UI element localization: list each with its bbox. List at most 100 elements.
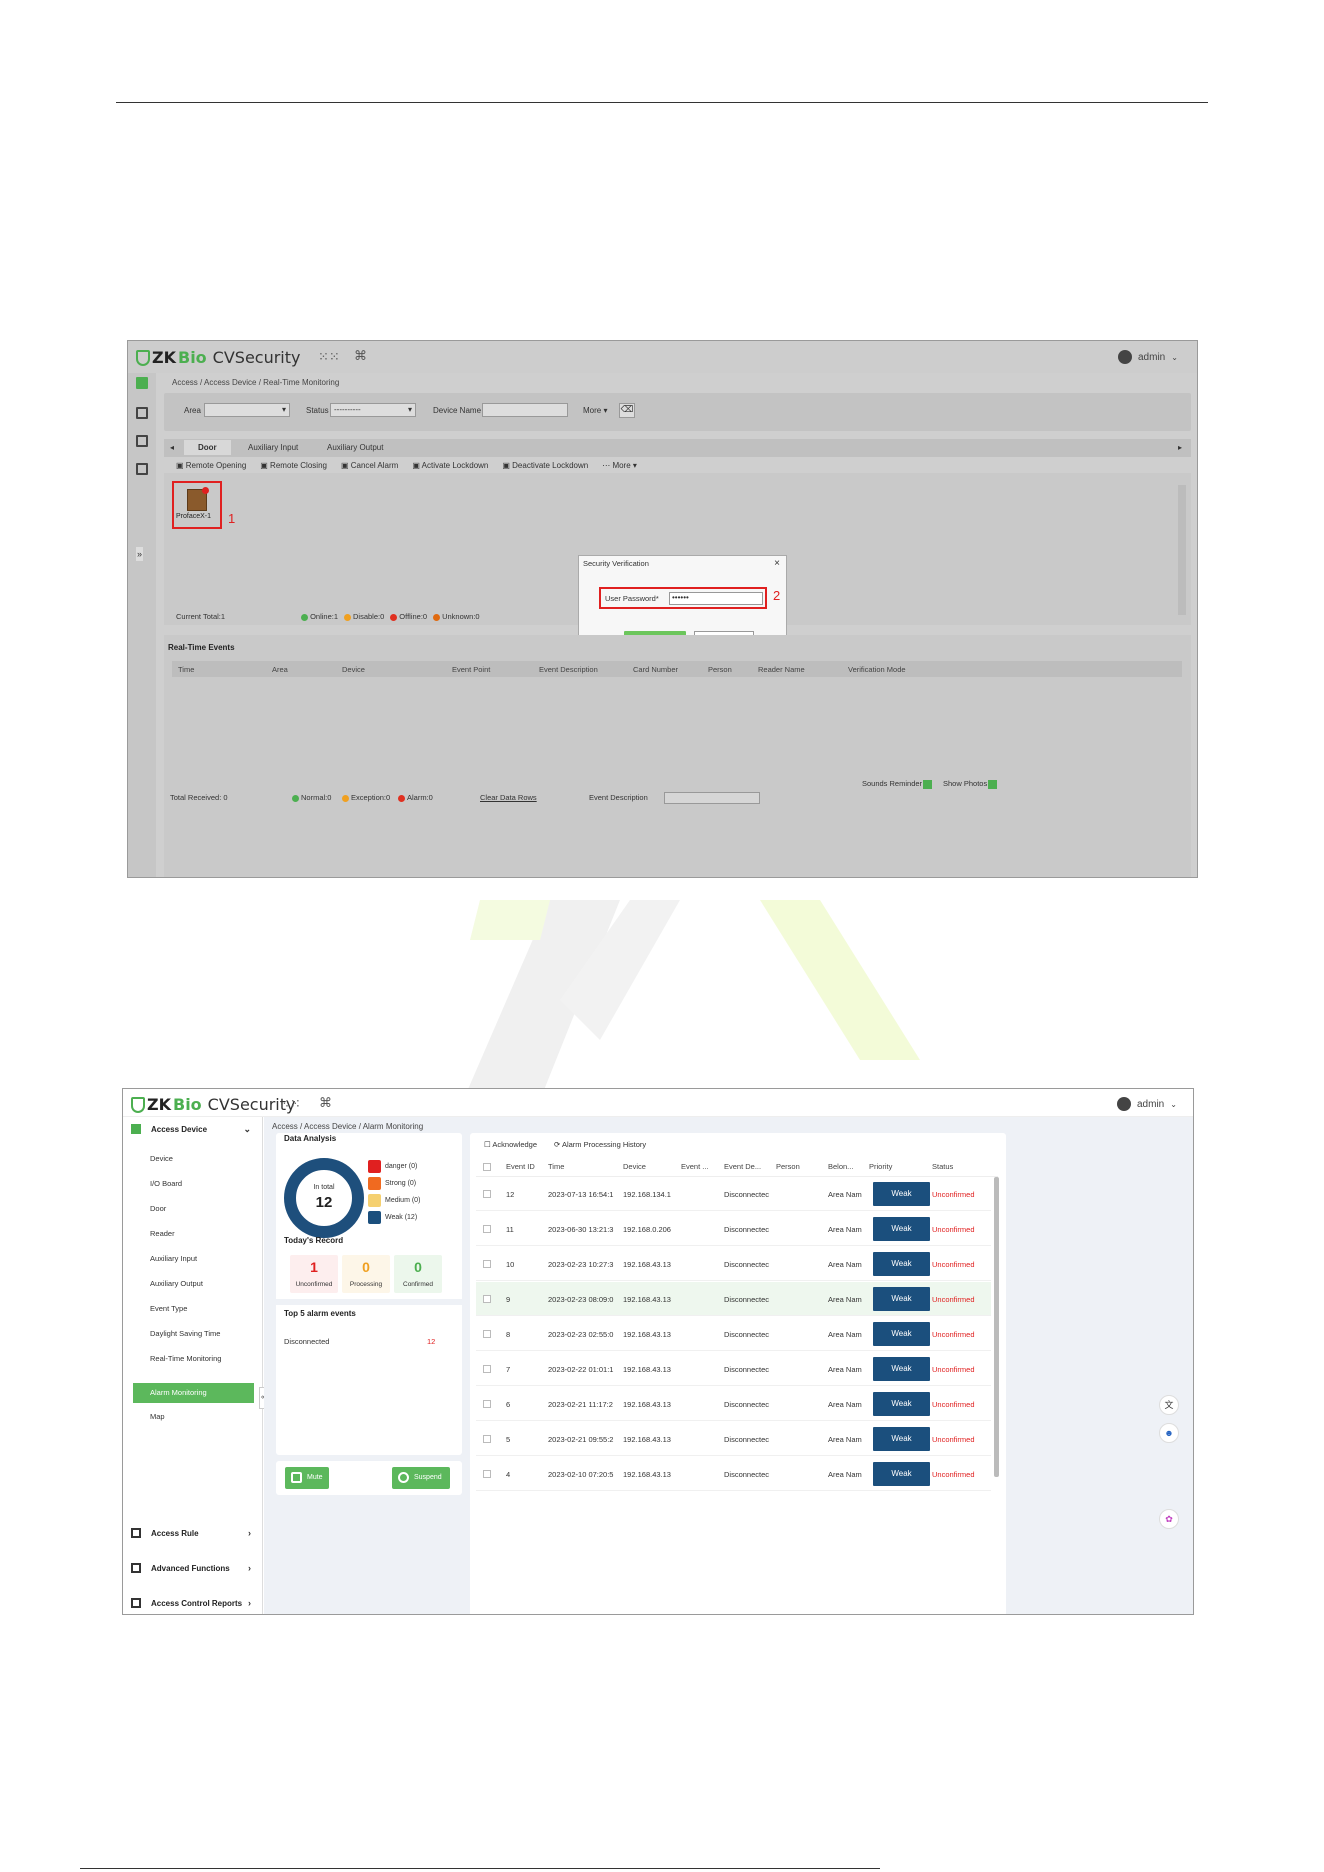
- select-all-checkbox[interactable]: [483, 1163, 491, 1171]
- cell-time: 2023-02-23 02:55:0: [548, 1330, 614, 1339]
- user-menu[interactable]: admin ⌄: [1117, 1097, 1177, 1111]
- row-checkbox[interactable]: [483, 1435, 491, 1443]
- sidebar-section-advanced-functions[interactable]: Advanced Functions ›: [131, 1563, 261, 1573]
- table-row[interactable]: 9 2023-02-23 08:09:0 192.168.43.13 Disconne…: [476, 1282, 991, 1316]
- tab-auxiliary-output[interactable]: Auxiliary Output: [327, 443, 383, 452]
- total-received: Total Received: 0: [170, 793, 228, 802]
- area-select[interactable]: ▾: [204, 403, 290, 417]
- sidebar-item-door[interactable]: Door: [150, 1204, 166, 1213]
- clear-data-rows-link[interactable]: Clear Data Rows: [480, 793, 537, 802]
- translate-icon[interactable]: 文: [1159, 1395, 1179, 1415]
- device-name-input[interactable]: [482, 403, 568, 417]
- command-icon[interactable]: ⌘: [354, 348, 367, 364]
- row-checkbox[interactable]: [483, 1190, 491, 1198]
- table-row[interactable]: 6 2023-02-21 11:17:2 192.168.43.13 Disconne…: [476, 1387, 991, 1421]
- row-checkbox[interactable]: [483, 1330, 491, 1338]
- screenshot-alarm-monitoring: ZK Bio CVSecurity ⁙⁙ ⌘ admin ⌄ Access Devi…: [122, 1088, 1194, 1615]
- ai-brain-icon[interactable]: ✿: [1159, 1509, 1179, 1529]
- sidebar-section-access-device[interactable]: Access Device ⌄: [131, 1124, 261, 1134]
- table-row[interactable]: 8 2023-02-23 02:55:0 192.168.43.13 Disconne…: [476, 1317, 991, 1351]
- reports-icon[interactable]: [136, 463, 148, 475]
- apps-grid-icon[interactable]: ⁙⁙: [279, 1096, 301, 1112]
- sidebar-item-daylight-saving-time[interactable]: Daylight Saving Time: [150, 1329, 220, 1338]
- unconfirmed-count-box: 1 Unconfirmed: [290, 1255, 338, 1293]
- remote-opening-button[interactable]: ▣ Remote Opening: [176, 461, 246, 470]
- todays-record-title: Today's Record: [284, 1236, 344, 1245]
- deactivate-lockdown-button[interactable]: ▣ Deactivate Lockdown: [502, 461, 588, 470]
- door-card[interactable]: ProfaceX-1: [172, 481, 222, 529]
- access-rule-icon[interactable]: [136, 407, 148, 419]
- tabs-left-arrow-icon[interactable]: ◂: [170, 443, 174, 452]
- advanced-functions-icon[interactable]: [136, 435, 148, 447]
- normal-count: Normal:0: [292, 793, 331, 802]
- priority-badge: Weak: [873, 1217, 930, 1241]
- remote-closing-button[interactable]: ▣ Remote Closing: [260, 461, 327, 470]
- assistant-icon[interactable]: ☻: [1159, 1423, 1179, 1443]
- priority-badge: Weak: [873, 1462, 930, 1486]
- table-row[interactable]: 11 2023-06-30 13:21:3 192.168.0.206 Disconn…: [476, 1212, 991, 1246]
- row-checkbox[interactable]: [483, 1225, 491, 1233]
- cell-time: 2023-02-21 11:17:2: [548, 1400, 613, 1409]
- user-menu[interactable]: admin ⌄: [1118, 350, 1178, 364]
- table-row[interactable]: 12 2023-07-13 16:54:1 192.168.134.1 Disconn…: [476, 1177, 991, 1211]
- command-icon[interactable]: ⌘: [319, 1095, 332, 1111]
- sidebar-section-access-rule[interactable]: Access Rule ›: [131, 1528, 261, 1538]
- col-device: Device: [623, 1162, 646, 1171]
- table-row[interactable]: 5 2023-02-21 09:55:2 192.168.43.13 Disconne…: [476, 1422, 991, 1456]
- sidebar-item-io-board[interactable]: I/O Board: [150, 1179, 182, 1188]
- cell-event-description: Disconnectec: [724, 1225, 770, 1234]
- cancel-alarm-button[interactable]: ▣ Cancel Alarm: [341, 461, 398, 470]
- activate-lockdown-button[interactable]: ▣ Activate Lockdown: [412, 461, 488, 470]
- row-checkbox[interactable]: [483, 1295, 491, 1303]
- priority-badge: Weak: [873, 1427, 930, 1451]
- sidebar-item-auxiliary-input[interactable]: Auxiliary Input: [150, 1254, 197, 1263]
- priority-badge: Weak: [873, 1392, 930, 1416]
- status-badge: Unconfirmed: [932, 1400, 975, 1409]
- tab-auxiliary-input[interactable]: Auxiliary Input: [248, 443, 298, 452]
- pause-icon: [398, 1472, 409, 1483]
- acknowledge-button[interactable]: ☐ Acknowledge: [484, 1140, 537, 1149]
- chevron-right-icon: ›: [248, 1598, 251, 1608]
- events-table-header: Time Area Device Event Point Event Descr…: [172, 661, 1182, 677]
- expand-sidebar-icon[interactable]: »: [136, 547, 144, 561]
- tabs-right-arrow-icon[interactable]: ▸: [1178, 443, 1182, 452]
- col-time: Time: [178, 665, 195, 674]
- row-checkbox[interactable]: [483, 1260, 491, 1268]
- suspend-button[interactable]: Suspend: [392, 1467, 450, 1489]
- table-row[interactable]: 7 2023-02-22 01:01:1 192.168.43.13 Disconne…: [476, 1352, 991, 1386]
- access-device-icon[interactable]: [136, 377, 148, 389]
- event-description-input[interactable]: [664, 792, 760, 804]
- tab-door[interactable]: Door: [184, 440, 231, 455]
- cell-event-description: Disconnectec: [724, 1330, 770, 1339]
- table-row[interactable]: 10 2023-02-23 10:27:3 192.168.43.13 Disconn…: [476, 1247, 991, 1281]
- sidebar-item-reader[interactable]: Reader: [150, 1229, 175, 1238]
- row-checkbox[interactable]: [483, 1400, 491, 1408]
- row-checkbox[interactable]: [483, 1470, 491, 1478]
- apps-grid-icon[interactable]: ⁙⁙: [318, 349, 340, 365]
- close-icon[interactable]: ×: [774, 558, 780, 569]
- sidebar-item-event-type[interactable]: Event Type: [150, 1304, 187, 1313]
- row-checkbox[interactable]: [483, 1365, 491, 1373]
- table-scrollbar[interactable]: [994, 1177, 999, 1477]
- sidebar-item-device[interactable]: Device: [150, 1154, 173, 1163]
- sounds-reminder-toggle[interactable]: Sounds Reminder: [862, 779, 933, 789]
- table-row[interactable]: 4 2023-02-10 07:20:5 192.168.43.13 Disconne…: [476, 1457, 991, 1491]
- sidebar-section-access-control-reports[interactable]: Access Control Reports ›: [131, 1598, 261, 1608]
- more-filters-button[interactable]: More ▾: [583, 406, 607, 415]
- show-photos-toggle[interactable]: Show Photos: [943, 779, 998, 789]
- sidebar-item-real-time-monitoring[interactable]: Real-Time Monitoring: [150, 1354, 221, 1363]
- sidebar-item-alarm-monitoring[interactable]: Alarm Monitoring: [133, 1383, 254, 1403]
- mute-button[interactable]: Mute: [285, 1467, 329, 1489]
- more-actions-button[interactable]: ⋯ More ▾: [602, 461, 637, 470]
- alarm-processing-history-button[interactable]: ⟳ Alarm Processing History: [554, 1140, 646, 1149]
- cell-event-description: Disconnectec: [724, 1400, 770, 1409]
- status-select[interactable]: ---------- ▾: [330, 403, 416, 417]
- door-panel-scrollbar[interactable]: [1178, 485, 1186, 615]
- chevron-right-icon: ›: [248, 1563, 251, 1573]
- user-name: admin: [1137, 1098, 1165, 1110]
- sidebar-item-auxiliary-output[interactable]: Auxiliary Output: [150, 1279, 203, 1288]
- sidebar-item-map[interactable]: Map: [150, 1412, 165, 1421]
- priority-badge: Weak: [873, 1182, 930, 1206]
- clear-filter-icon[interactable]: ⌫: [619, 403, 635, 418]
- password-input[interactable]: ••••••: [669, 592, 763, 605]
